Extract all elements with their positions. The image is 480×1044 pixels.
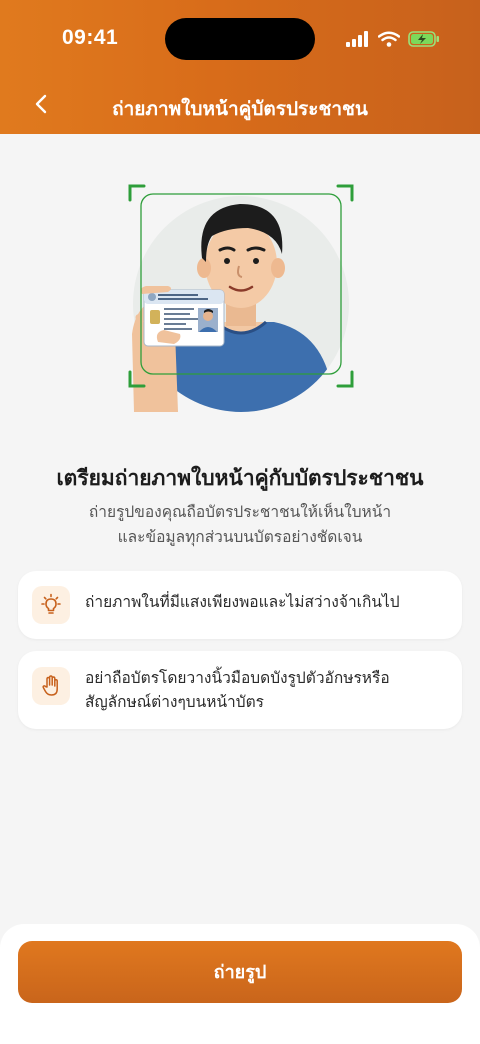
tip-text-lighting: ถ่ายภาพในที่มีแสงเพียงพอและไม่สว่างจ้าเก…: [85, 594, 400, 611]
tip-text-line-2: สัญลักษณ์ต่างๆบนหน้าบัตร: [85, 694, 264, 711]
lightbulb-icon: [32, 586, 70, 624]
bottom-action-panel: ถ่ายรูป: [0, 924, 480, 1044]
nav-bar: ถ่ายภาพใบหน้าคู่บัตรประชาชน: [0, 82, 480, 130]
signal-icon: [346, 31, 368, 47]
instruction-heading: เตรียมถ่ายภาพใบหน้าคู่กับบัตรประชาชน: [56, 467, 424, 490]
status-icons: [346, 29, 440, 49]
battery-charging-icon: [408, 31, 439, 47]
wifi-icon: [378, 31, 400, 47]
instruction-description: ถ่ายรูปของคุณถือบัตรประชาชนให้เห็นใบหน้า…: [60, 500, 420, 550]
tip-text-line-1: อย่าถือบัตรโดยวางนิ้วมือบดบังรูปตัวอักษร…: [85, 670, 390, 687]
main-content: เตรียมถ่ายภาพใบหน้าคู่กับบัตรประชาชน ถ่า…: [0, 134, 480, 924]
tip-text-no-cover: อย่าถือบัตรโดยวางนิ้วมือบดบังรูปตัวอักษร…: [85, 667, 442, 715]
status-time: 09:41: [62, 26, 119, 49]
tip-card-lighting: ถ่ายภาพในที่มีแสงเพียงพอและไม่สว่างจ้าเก…: [18, 571, 462, 639]
selfie-with-id-illustration: [128, 184, 354, 412]
status-bar: 09:41: [0, 0, 480, 80]
tip-card-no-cover: อย่าถือบัตรโดยวางนิ้วมือบดบังรูปตัวอักษร…: [18, 651, 462, 729]
take-photo-button[interactable]: ถ่ายรูป: [18, 941, 462, 1003]
hand-icon: [32, 667, 70, 705]
id-card-graphic: [143, 289, 225, 347]
app-header: 09:41 ถ่ายภาพใบหน้าคู่บัตรประชาชน: [0, 0, 480, 134]
description-line-2: และข้อมูลทุกส่วนบนบัตรอย่างชัดเจน: [117, 529, 363, 546]
description-line-1: ถ่ายรูปของคุณถือบัตรประชาชนให้เห็นใบหน้า: [88, 504, 392, 521]
dynamic-island: [165, 18, 315, 60]
page-title: ถ่ายภาพใบหน้าคู่บัตรประชาชน: [112, 99, 368, 120]
